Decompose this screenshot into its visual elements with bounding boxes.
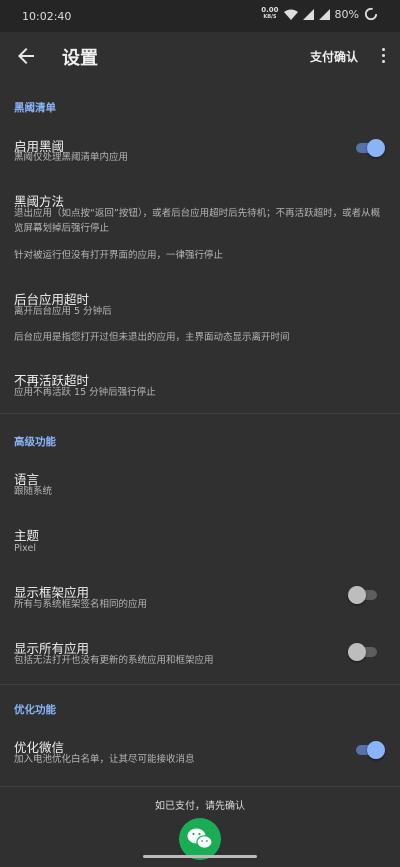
setting-subtitle: 所有与系统框架签名相同的应用 xyxy=(14,599,148,610)
signal-icon xyxy=(302,8,314,20)
show-framework-toggle[interactable] xyxy=(348,586,379,604)
divider xyxy=(0,684,400,685)
setting-subtitle: Pixel xyxy=(14,543,36,554)
status-time: 10:02:40 xyxy=(22,10,72,23)
wechat-icon xyxy=(187,828,213,849)
setting-note: 针对被运行但没有打开界面的应用，一律强行停止 xyxy=(14,250,224,261)
section-header-advanced: 高级功能 xyxy=(14,436,56,448)
payment-confirm-button[interactable]: 支付确认 xyxy=(310,48,358,65)
page-title: 设置 xyxy=(62,48,98,69)
setting-subtitle: 跟随系统 xyxy=(14,486,53,497)
battery-ring-icon xyxy=(364,7,378,21)
network-speed: 0.00 KB/S xyxy=(261,6,279,21)
back-arrow-icon[interactable] xyxy=(14,44,38,68)
signal-icon xyxy=(318,8,330,20)
app-bar: 设置 支付确认 xyxy=(0,32,400,80)
section-header-optimize: 优化功能 xyxy=(14,704,56,716)
status-bar: 10:02:40 0.00 KB/S 80% xyxy=(0,0,400,32)
payment-hint: 如已支付，请先确认 xyxy=(155,801,245,812)
setting-subtitle: 应用不再活跃 15 分钟后强行停止 xyxy=(14,387,156,398)
setting-subtitle: 退出应用（如点按“返回”按钮），或者后台应用超时后先待机；不再活跃超时，或者从概… xyxy=(14,208,381,234)
wifi-icon xyxy=(283,9,298,20)
wechat-toggle[interactable] xyxy=(354,741,385,759)
wechat-pay-button[interactable] xyxy=(179,818,221,860)
divider xyxy=(0,413,400,414)
setting-note: 后台应用是指您打开过但未退出的应用，主界面动态显示离开时间 xyxy=(14,332,290,343)
setting-subtitle: 加入电池优化白名单，让其尽可能接收消息 xyxy=(14,754,195,765)
gesture-bar[interactable] xyxy=(143,855,257,858)
section-header-list: 黑阈清单 xyxy=(14,102,56,114)
setting-subtitle: 离开后台应用 5 分钟后 xyxy=(14,306,112,317)
battery-percent: 80% xyxy=(334,7,359,21)
setting-subtitle: 包括无法打开也没有更新的系统应用和框架应用 xyxy=(14,655,214,666)
more-options-icon[interactable] xyxy=(380,46,386,66)
enable-toggle[interactable] xyxy=(354,139,385,157)
status-icons: 0.00 KB/S 80% xyxy=(261,7,378,21)
setting-subtitle: 黑阈仅处理黑阈清单内应用 xyxy=(14,152,129,163)
show-all-toggle[interactable] xyxy=(348,643,379,661)
